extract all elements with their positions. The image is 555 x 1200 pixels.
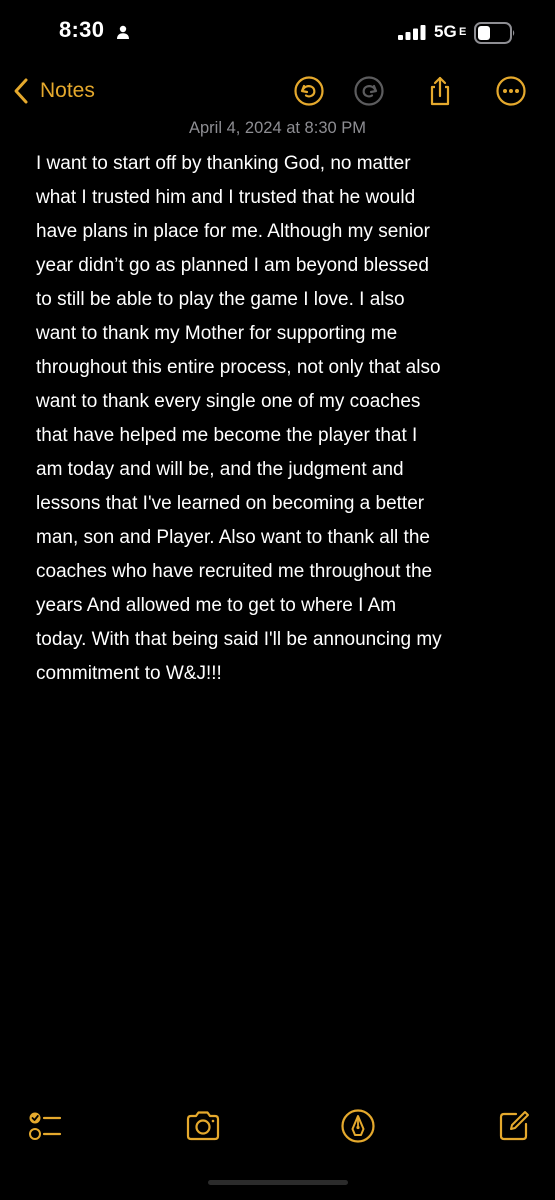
note-line: what I trusted him and I trusted that he…: [36, 187, 416, 208]
note-line: want to thank my Mother for supporting m…: [36, 323, 398, 344]
markup-pen-icon[interactable]: [340, 1108, 376, 1144]
bottom-toolbar: [0, 1108, 555, 1148]
note-line: have plans in place for me. Although my …: [36, 221, 430, 242]
chevron-left-icon: [14, 78, 28, 104]
note-line: man, son and Player. Also want to thank …: [36, 527, 430, 548]
note-line: want to thank every single one of my coa…: [36, 391, 421, 412]
note-line: years And allowed me to get to where I A…: [36, 595, 397, 616]
back-button-label: Notes: [40, 79, 95, 102]
nav-bar: Notes: [0, 66, 555, 116]
note-line: commitment to W&J!!!: [36, 663, 222, 684]
battery-icon: [474, 22, 515, 44]
camera-icon[interactable]: [185, 1108, 221, 1144]
undo-icon[interactable]: [293, 75, 325, 107]
note-line: today. With that being said I'll be anno…: [36, 629, 442, 650]
home-indicator: [208, 1180, 348, 1185]
status-bar: 8:30 5G E: [0, 0, 555, 66]
signal-bars-icon: [398, 25, 426, 40]
share-icon[interactable]: [424, 75, 456, 107]
person-icon: [117, 25, 129, 39]
status-time: 8:30: [59, 17, 105, 42]
checklist-icon[interactable]: [27, 1108, 63, 1144]
note-line: am today and will be, and the judgment a…: [36, 459, 404, 480]
note-date: April 4, 2024 at 8:30 PM: [188, 119, 367, 137]
network-type-label: 5G: [434, 22, 457, 41]
note-line: to still be able to play the game I love…: [36, 289, 405, 310]
note-line: year didn’t go as planned I am beyond bl…: [36, 255, 429, 276]
redo-icon[interactable]: [353, 75, 385, 107]
note-line: lessons that I've learned on becoming a …: [36, 493, 425, 514]
note-line: throughout this entire process, not only…: [36, 357, 441, 378]
note-line: that have helped me become the player th…: [36, 425, 418, 446]
note-line: coaches who have recruited me throughout…: [36, 561, 433, 582]
note-line: I want to start off by thanking God, no …: [36, 153, 411, 174]
more-ellipsis-icon[interactable]: [495, 75, 527, 107]
network-type-suffix: E: [459, 26, 467, 38]
back-button[interactable]: Notes: [12, 74, 95, 108]
compose-icon[interactable]: [496, 1108, 532, 1144]
note-body[interactable]: I want to start off by thanking God, no …: [36, 147, 532, 691]
